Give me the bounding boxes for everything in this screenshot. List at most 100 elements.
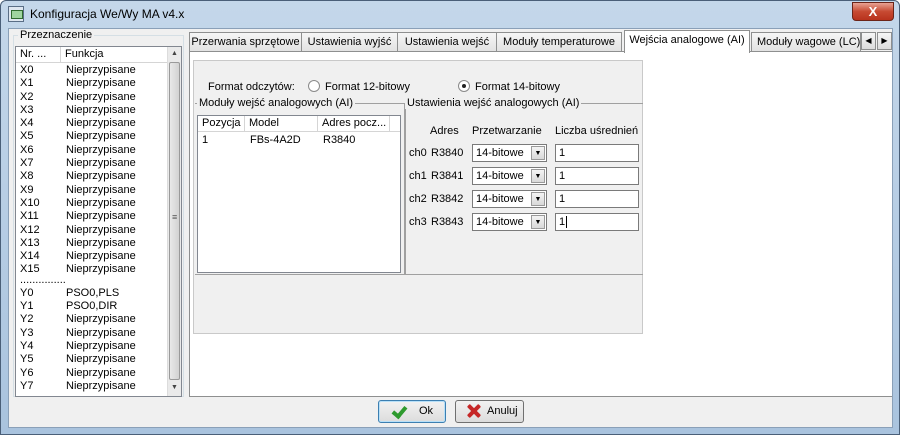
assignment-list[interactable]: Nr. ... Funkcja X0 Nieprzypisane X1 Nieprzy… (15, 46, 182, 397)
format-label: Format odczytów: (208, 81, 295, 93)
item-number: X0 (20, 64, 34, 76)
cancel-button[interactable]: Anuluj (455, 400, 524, 423)
averaging-input[interactable]: 1 (555, 190, 639, 208)
item-number: Y3 (20, 326, 34, 339)
separator-text: ............... (20, 273, 66, 286)
item-number: X13 (20, 236, 40, 249)
averaging-header: Liczba uśrednień (555, 125, 639, 137)
list-item[interactable]: X9 Nieprzypisane (16, 184, 168, 197)
item-number: Y0 (20, 286, 34, 299)
address-header: Adres (430, 125, 459, 137)
list-item[interactable]: X14 Nieprzypisane (16, 250, 168, 263)
chevron-down-icon[interactable]: ▼ (531, 215, 545, 229)
item-number: Y7 (20, 379, 34, 392)
item-number: X2 (20, 90, 34, 103)
list-item[interactable]: Y7 Nieprzypisane (16, 380, 168, 393)
table-row[interactable]: 1 FBs-4A2D R3840 (198, 133, 400, 147)
column-header-position[interactable]: Pozycja (198, 116, 245, 132)
tab-analog-inputs[interactable]: Wejścia analogowe (AI) (624, 30, 750, 53)
averaging-value: 1 (559, 216, 566, 228)
averaging-value: 1 (559, 170, 566, 182)
list-item[interactable]: X7 Nieprzypisane (16, 157, 168, 170)
analog-inputs-content: Format odczytów: Format 12-bitowy Format… (193, 60, 643, 334)
processing-header: Przetwarzanie (472, 125, 542, 137)
modules-group: Moduły wejść analogowych (AI) Pozycja Mo… (195, 97, 405, 275)
item-function: Nieprzypisane (66, 366, 136, 379)
list-item[interactable]: Y3 Nieprzypisane (16, 327, 168, 340)
chevron-down-icon[interactable]: ▼ (531, 146, 545, 160)
processing-select[interactable]: 14-bitowe ▼ (472, 167, 547, 185)
format-14-label[interactable]: Format 14-bitowy (475, 81, 560, 93)
item-number: X11 (20, 210, 39, 223)
list-item[interactable]: X1 Nieprzypisane (16, 77, 168, 90)
list-item[interactable]: Y2 Nieprzypisane (16, 313, 168, 326)
item-function: Nieprzypisane (66, 183, 136, 196)
tab-load-cell-modules[interactable]: Moduły wagowe (LC) (751, 32, 861, 52)
averaging-input[interactable]: 1 (555, 213, 639, 231)
tab-temperature-modules[interactable]: Moduły temperaturowe (496, 32, 622, 52)
item-number: Y4 (20, 339, 34, 352)
list-item[interactable]: X8 Nieprzypisane (16, 170, 168, 183)
column-header-start-address[interactable]: Adres pocz... (318, 116, 390, 132)
column-header-function[interactable]: Funkcja (61, 47, 168, 63)
list-item[interactable]: X3 Nieprzypisane (16, 104, 168, 117)
item-function: Nieprzypisane (66, 210, 136, 223)
processing-select[interactable]: 14-bitowe ▼ (472, 213, 547, 231)
format-14-radio[interactable] (458, 80, 470, 92)
tab-input-settings[interactable]: Ustawienia wejść (397, 32, 497, 52)
item-number: X3 (20, 103, 34, 116)
processing-select[interactable]: 14-bitowe ▼ (472, 190, 547, 208)
cancel-button-label: Anuluj (487, 405, 518, 417)
channel-label: ch1 (409, 170, 427, 182)
list-item[interactable]: X10 Nieprzypisane (16, 197, 168, 210)
analog-inputs-panel: Format odczytów: Format 12-bitowy Format… (189, 51, 892, 397)
processing-value: 14-bitowe (476, 170, 524, 182)
assignment-rows: X0 Nieprzypisane X1 Nieprzypisane X2 Nieprzyp… (16, 64, 168, 393)
assignment-group: Przeznaczenie Nr. ... Funkcja X0 Nieprzyp… (13, 29, 184, 397)
list-item[interactable]: Y6 Nieprzypisane (16, 367, 168, 380)
list-separator: ............... (16, 273, 168, 287)
arrow-right-icon[interactable]: ▶ (877, 32, 892, 50)
list-item[interactable]: Y0 PSO0,PLS (16, 287, 168, 300)
arrow-left-icon[interactable]: ◀ (861, 32, 876, 50)
assignment-scrollbar[interactable]: ▲ ≡ ▼ (167, 47, 181, 396)
averaging-value: 1 (559, 147, 566, 159)
list-item[interactable]: Y5 Nieprzypisane (16, 353, 168, 366)
averaging-value: 1 (559, 193, 566, 205)
averaging-input[interactable]: 1 (555, 167, 639, 185)
modules-list[interactable]: Pozycja Model Adres pocz... 1 FBs-4A2D R… (197, 115, 401, 273)
averaging-input[interactable]: 1 (555, 144, 639, 162)
format-12-label[interactable]: Format 12-bitowy (325, 81, 410, 93)
scroll-thumb[interactable]: ≡ (169, 62, 180, 380)
ai-settings-group: Ustawienia wejść analogowych (AI) Adres … (405, 97, 643, 275)
format-12-radio[interactable] (308, 80, 320, 92)
column-header-nr[interactable]: Nr. ... (16, 47, 61, 63)
list-item[interactable]: X13 Nieprzypisane (16, 237, 168, 250)
item-function: Nieprzypisane (66, 379, 136, 392)
list-item[interactable]: X0 Nieprzypisane (16, 64, 168, 77)
channel-address: R3841 (431, 170, 464, 182)
processing-select[interactable]: 14-bitowe ▼ (472, 144, 547, 162)
list-item[interactable]: X12 Nieprzypisane (16, 224, 168, 237)
ok-button[interactable]: Ok (378, 400, 446, 423)
list-item[interactable]: X5 Nieprzypisane (16, 130, 168, 143)
item-number: X7 (20, 157, 34, 170)
chevron-down-icon[interactable]: ▼ (531, 169, 545, 183)
list-item[interactable]: Y1 PSO0,DIR (16, 300, 168, 313)
scroll-down-icon[interactable]: ▼ (168, 381, 181, 395)
list-item[interactable]: X11 Nieprzypisane (16, 210, 168, 223)
item-function: Nieprzypisane (66, 196, 136, 209)
close-button[interactable]: X (852, 2, 894, 21)
column-header-model[interactable]: Model (245, 116, 318, 132)
scroll-up-icon[interactable]: ▲ (168, 47, 181, 61)
item-function: Nieprzypisane (66, 236, 136, 249)
list-item[interactable]: X4 Nieprzypisane (16, 117, 168, 130)
chevron-down-icon[interactable]: ▼ (531, 192, 545, 206)
list-item[interactable]: X2 Nieprzypisane (16, 91, 168, 104)
tab-output-settings[interactable]: Ustawienia wyjść (301, 32, 398, 52)
list-item[interactable]: X6 Nieprzypisane (16, 144, 168, 157)
list-item[interactable]: Y4 Nieprzypisane (16, 340, 168, 353)
item-function: Nieprzypisane (66, 170, 136, 183)
channel-label: ch3 (409, 216, 427, 228)
tab-hardware-interrupts[interactable]: Przerwania sprzętowe (189, 32, 302, 52)
